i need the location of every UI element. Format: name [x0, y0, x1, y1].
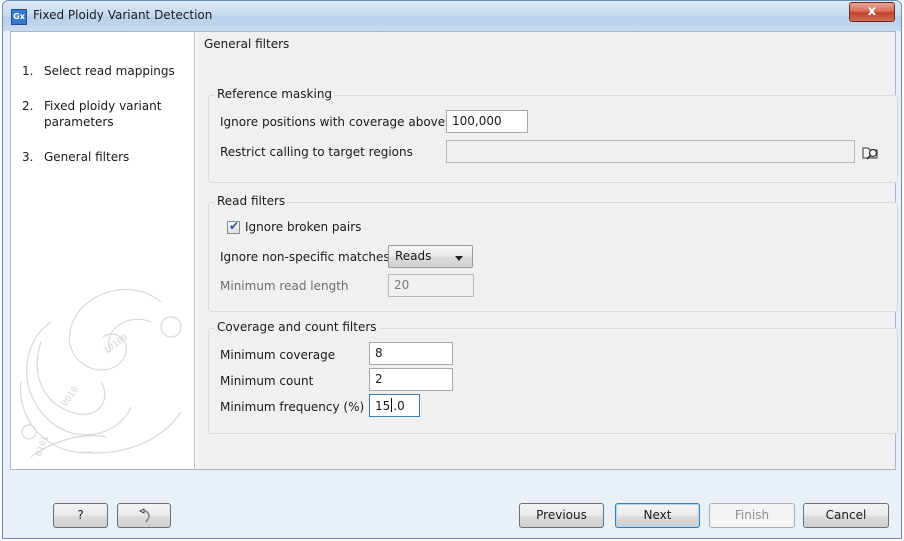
coverage-count-filters-title: Coverage and count filters — [215, 320, 379, 334]
ignore-broken-pairs-checkbox[interactable]: ✔ — [227, 219, 240, 234]
min-frequency-label: Minimum frequency (%) — [220, 400, 365, 414]
min-read-length-input[interactable]: 20 — [388, 274, 474, 297]
min-count-label: Minimum count — [220, 374, 314, 388]
target-regions-input[interactable] — [446, 140, 855, 163]
browse-folder-icon[interactable] — [861, 142, 881, 162]
step-fixed-ploidy-parameters[interactable]: 2. Fixed ploidy variant parameters — [22, 98, 187, 130]
min-count-input[interactable]: 2 — [369, 368, 453, 391]
next-button[interactable]: Next — [615, 503, 700, 528]
step-general-filters[interactable]: 3. General filters — [22, 149, 129, 165]
panel-title: General filters — [204, 37, 290, 51]
read-filters-title: Read filters — [215, 194, 288, 208]
nonspecific-matches-label: Ignore non-specific matches — [220, 250, 390, 264]
previous-button[interactable]: Previous — [519, 503, 604, 528]
nonspecific-matches-value: Reads — [395, 249, 432, 263]
dialog-window: Gx Fixed Ploidy Variant Detection x 1. S… — [2, 0, 902, 539]
finish-button[interactable]: Finish — [709, 503, 795, 528]
chevron-down-icon — [455, 256, 463, 261]
reference-masking-group: Reference masking Ignore positions with … — [208, 87, 898, 183]
reset-button[interactable] — [117, 503, 171, 528]
help-button[interactable]: ? — [53, 503, 108, 528]
general-filters-panel: General filters Reference masking Ignore… — [196, 32, 898, 469]
reference-masking-title: Reference masking — [215, 87, 335, 101]
min-coverage-input[interactable]: 8 — [369, 342, 453, 365]
nonspecific-matches-dropdown[interactable]: Reads — [388, 245, 473, 268]
coverage-above-input[interactable]: 100,000 — [446, 110, 528, 133]
coverage-above-label: Ignore positions with coverage above — [220, 115, 446, 129]
window-title: Fixed Ploidy Variant Detection — [33, 8, 213, 22]
decorative-swirl-logo: 10100 0010 0101 — [19, 288, 182, 458]
coverage-count-filters-group: Coverage and count filters Minimum cover… — [208, 320, 898, 434]
min-read-length-label: Minimum read length — [220, 279, 349, 293]
close-button[interactable]: x — [849, 2, 895, 22]
min-frequency-input[interactable]: 15.0 — [369, 394, 420, 417]
title-bar: Gx Fixed Ploidy Variant Detection x — [3, 1, 901, 31]
min-coverage-label: Minimum coverage — [220, 348, 336, 362]
dialog-content: 1. Select read mappings 2. Fixed ploidy … — [10, 31, 898, 470]
checkmark-icon: ✔ — [229, 219, 240, 233]
step-select-read-mappings[interactable]: 1. Select read mappings — [22, 63, 175, 79]
reset-arrow-icon — [138, 508, 150, 523]
target-regions-label: Restrict calling to target regions — [220, 145, 413, 159]
cancel-button[interactable]: Cancel — [803, 503, 889, 528]
app-icon: Gx — [11, 9, 27, 25]
read-filters-group: Read filters ✔ Ignore broken pairs Ignor… — [208, 194, 898, 312]
svg-text:0010: 0010 — [60, 385, 81, 409]
ignore-broken-pairs-label: Ignore broken pairs — [245, 220, 362, 234]
wizard-steps-sidebar: 1. Select read mappings 2. Fixed ploidy … — [11, 32, 195, 469]
dialog-footer: ? Previous Next Finish Cancel — [3, 471, 901, 538]
